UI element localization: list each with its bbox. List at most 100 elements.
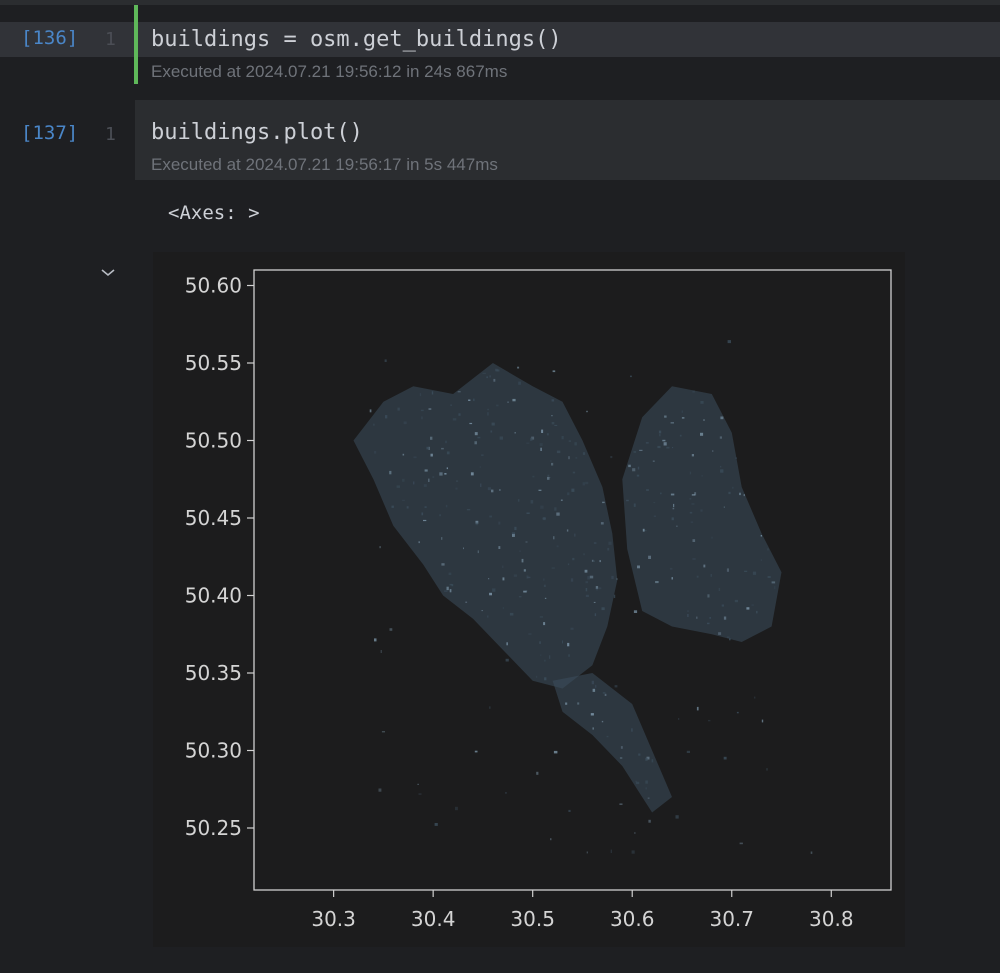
y-tick-label: 50.60 [185, 274, 242, 298]
building-footprint [707, 594, 710, 598]
building-footprint [518, 381, 521, 385]
building-footprint [474, 750, 478, 753]
building-footprint [512, 398, 516, 402]
building-footprint [675, 815, 679, 819]
building-footprint [639, 449, 643, 451]
building-footprint [689, 471, 692, 475]
building-footprint [426, 446, 429, 450]
building-footprint [455, 487, 458, 490]
building-footprint [583, 553, 585, 556]
building-footprint [496, 369, 500, 372]
building-footprint [686, 750, 690, 753]
building-footprint [551, 415, 553, 417]
building-footprint [593, 542, 597, 544]
building-footprint [635, 780, 638, 783]
building-footprint [546, 433, 549, 436]
building-footprint [634, 832, 636, 834]
building-footprint [567, 492, 570, 496]
building-footprint [452, 418, 457, 421]
building-footprint [585, 481, 589, 485]
building-footprint [493, 378, 496, 382]
building-footprint [543, 584, 546, 587]
buildings-region-east-bank [622, 386, 782, 642]
building-footprint [636, 474, 640, 477]
building-footprint [413, 481, 415, 485]
building-footprint [676, 525, 678, 527]
building-footprint [732, 486, 734, 489]
building-footprint [521, 558, 524, 563]
building-footprint [469, 422, 473, 425]
building-footprint [532, 475, 535, 478]
building-footprint [539, 443, 543, 447]
building-footprint [670, 493, 675, 496]
building-footprint [610, 849, 612, 853]
building-footprint [700, 432, 704, 436]
building-footprint [445, 440, 447, 444]
building-footprint [602, 501, 605, 504]
building-footprint [670, 422, 674, 424]
building-footprint [637, 565, 640, 569]
building-footprint [691, 454, 694, 457]
building-footprint [389, 470, 392, 475]
building-footprint [595, 587, 598, 591]
y-tick-label: 50.50 [185, 429, 242, 453]
building-footprint [505, 658, 509, 662]
building-footprint [718, 587, 721, 591]
building-footprint [543, 622, 546, 626]
building-footprint [572, 557, 575, 561]
building-footprint [419, 393, 422, 397]
building-footprint [760, 559, 762, 561]
building-footprint [633, 610, 638, 613]
building-footprint [692, 558, 696, 560]
building-footprint [431, 391, 434, 395]
building-footprint [666, 446, 670, 449]
building-footprint [538, 489, 542, 491]
building-footprint [417, 783, 419, 785]
building-footprint [551, 399, 555, 402]
building-footprint [551, 567, 555, 569]
building-footprint [379, 546, 381, 549]
building-footprint [482, 372, 486, 374]
building-footprint [592, 688, 596, 692]
building-footprint [430, 453, 433, 457]
y-tick-label: 50.30 [185, 739, 242, 763]
building-footprint [535, 675, 538, 678]
building-footprint [700, 509, 703, 512]
building-footprint [657, 445, 661, 449]
building-footprint [489, 515, 492, 518]
building-footprint [380, 650, 382, 653]
building-footprint [620, 746, 623, 749]
building-footprint [439, 514, 441, 517]
building-footprint [743, 494, 745, 497]
building-footprint [473, 398, 475, 402]
building-footprint [586, 851, 588, 854]
building-footprint [696, 706, 699, 711]
x-tick-label: 30.3 [311, 907, 356, 931]
building-footprint [651, 759, 654, 763]
building-footprint [553, 750, 558, 754]
building-footprint [619, 757, 623, 759]
x-tick-label: 30.5 [510, 907, 555, 931]
building-footprint [402, 453, 405, 456]
building-footprint [560, 499, 563, 501]
buildings-region-west-bank [353, 363, 618, 689]
building-footprint [568, 654, 570, 657]
building-footprint [519, 550, 521, 552]
building-footprint [687, 614, 689, 617]
building-footprint [487, 412, 489, 416]
building-footprint [710, 574, 712, 577]
building-footprint [739, 842, 743, 845]
building-footprint [723, 616, 727, 620]
building-footprint [518, 596, 522, 598]
x-tick-label: 30.4 [411, 907, 456, 931]
building-footprint [735, 457, 737, 459]
building-footprint [446, 467, 448, 470]
building-footprint [574, 442, 577, 446]
building-footprint [648, 819, 651, 823]
building-footprint [570, 578, 574, 582]
building-footprint [593, 601, 596, 603]
building-footprint [707, 622, 710, 625]
building-footprint [645, 757, 648, 761]
building-footprint [631, 728, 633, 732]
building-footprint [486, 376, 488, 379]
